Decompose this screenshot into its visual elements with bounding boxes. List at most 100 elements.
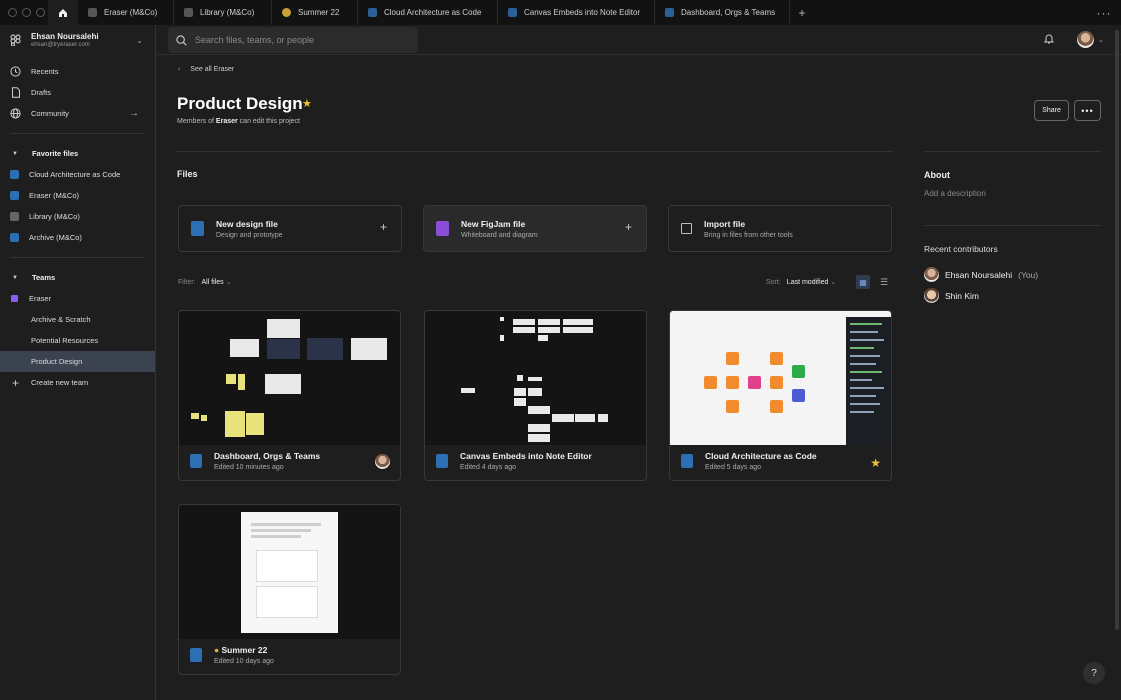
- tab-cloud-architecture[interactable]: Cloud Architecture as Code: [358, 0, 498, 25]
- tab-canvas-embeds[interactable]: Canvas Embeds into Note Editor: [498, 0, 655, 25]
- top-bar: ⌄: [156, 25, 1121, 55]
- search-icon: [176, 34, 187, 46]
- search-input[interactable]: [195, 35, 405, 45]
- favorite-item-eraser-mco[interactable]: Eraser (M&Co): [0, 185, 155, 206]
- caret-down-icon: ▼: [12, 150, 18, 157]
- favorite-item-archive-mco[interactable]: Archive (M&Co): [0, 227, 155, 248]
- design-file-icon: [436, 454, 448, 468]
- project-item-potential-resources[interactable]: Potential Resources: [0, 330, 155, 351]
- maximize-window-button[interactable]: [36, 8, 45, 17]
- figjam-file-icon: [436, 221, 449, 236]
- library-file-icon: [10, 212, 19, 221]
- project-item-archive-scratch[interactable]: Archive & Scratch: [0, 309, 155, 330]
- team-item-eraser[interactable]: Eraser: [0, 288, 155, 309]
- sun-icon: [282, 8, 291, 17]
- notification-bell-icon[interactable]: [1043, 33, 1055, 47]
- import-icon: [681, 223, 692, 234]
- document-icon: [10, 87, 21, 98]
- help-button[interactable]: ?: [1083, 662, 1105, 684]
- tab-more-button[interactable]: ···: [1087, 0, 1121, 25]
- file-edited: Edited 10 days ago: [214, 658, 274, 665]
- contributor-item[interactable]: Ehsan Noursalehi (You): [924, 267, 1038, 282]
- grid-view-toggle[interactable]: ▦: [856, 275, 870, 289]
- file-icon: [508, 8, 517, 17]
- design-file-icon: [190, 648, 202, 662]
- file-thumbnail: [179, 311, 400, 445]
- list-icon: ☰: [879, 276, 889, 287]
- tab-dashboard-orgs[interactable]: Dashboard, Orgs & Teams: [655, 0, 790, 25]
- file-meta: ● Summer 22 Edited 10 days ago: [190, 645, 274, 665]
- file-name: Dashboard, Orgs & Teams: [214, 451, 321, 461]
- avatar: [924, 288, 939, 303]
- close-window-button[interactable]: [8, 8, 17, 17]
- nav-community[interactable]: Community →: [0, 103, 155, 124]
- tab-library-mco[interactable]: Library (M&Co): [174, 0, 272, 25]
- nav-recents[interactable]: Recents: [0, 61, 155, 82]
- file-card-summer-22[interactable]: ● Summer 22 Edited 10 days ago: [178, 504, 401, 675]
- file-card-canvas-embeds[interactable]: Canvas Embeds into Note Editor Edited 4 …: [424, 310, 647, 481]
- tab-bar: Eraser (M&Co) Library (M&Co) Summer 22 C…: [0, 0, 1121, 25]
- chevron-down-icon[interactable]: ⌄: [1098, 36, 1104, 44]
- file-card-dashboard-orgs[interactable]: Dashboard, Orgs & Teams Edited 10 minute…: [178, 310, 401, 481]
- design-file-icon: [10, 170, 19, 179]
- home-tab[interactable]: [48, 0, 78, 25]
- favorite-star-icon[interactable]: ★: [302, 97, 312, 110]
- tab-summer-22[interactable]: Summer 22: [272, 0, 358, 25]
- chevron-down-icon: ⌄: [225, 279, 232, 286]
- file-edited: Edited 4 days ago: [460, 464, 517, 471]
- sidebar-divider: [10, 257, 145, 258]
- about-heading: About: [924, 170, 950, 180]
- file-thumbnail: [670, 311, 891, 445]
- share-button[interactable]: Share: [1034, 100, 1069, 121]
- favorite-item-library-mco[interactable]: Library (M&Co): [0, 206, 155, 227]
- new-figjam-file-card[interactable]: New FigJam file Whiteboard and diagram +: [423, 205, 647, 252]
- search-box[interactable]: [168, 27, 418, 53]
- page-title: Product Design: [177, 94, 303, 113]
- project-item-product-design[interactable]: Product Design: [0, 351, 155, 372]
- favorite-files-header[interactable]: ▼ Favorite files: [0, 143, 155, 164]
- plus-icon: +: [379, 220, 387, 234]
- file-icon: [184, 8, 193, 17]
- favorite-star-icon[interactable]: ★: [870, 456, 881, 470]
- design-file-icon: [10, 191, 19, 200]
- filter-dropdown[interactable]: Filter: All files ⌄: [178, 278, 232, 286]
- main-content: ‹ See all Eraser Product Design ★ Member…: [156, 55, 1121, 700]
- contributor-item[interactable]: Shin Kim: [924, 288, 979, 303]
- project-permissions: Members of Eraser can edit this project: [177, 118, 300, 125]
- sort-dropdown[interactable]: Sort: Last modified ⌄: [766, 278, 836, 286]
- sidebar: Ehsan Noursalehi ehsan@tryeraser.com ⌄ R…: [0, 25, 156, 700]
- favorite-item-cloud-architecture[interactable]: Cloud Architecture as Code: [0, 164, 155, 185]
- arrow-right-icon: →: [129, 108, 139, 119]
- nav-drafts[interactable]: Drafts: [0, 82, 155, 103]
- file-name: ● Summer 22: [214, 645, 268, 655]
- home-icon: [59, 8, 67, 17]
- design-file-icon: [191, 221, 204, 236]
- grid-icon: ▦: [859, 277, 867, 287]
- window-controls: [0, 0, 48, 25]
- add-description-link[interactable]: Add a description: [924, 189, 986, 198]
- new-tab-button[interactable]: +: [790, 0, 814, 25]
- account-switcher[interactable]: Ehsan Noursalehi ehsan@tryeraser.com ⌄: [0, 25, 155, 55]
- more-options-button[interactable]: •••: [1074, 100, 1101, 121]
- create-new-team-button[interactable]: + Create new team: [0, 372, 155, 393]
- files-heading: Files: [177, 169, 198, 179]
- file-icon: [88, 8, 97, 17]
- account-info: Ehsan Noursalehi ehsan@tryeraser.com: [31, 32, 99, 48]
- new-design-file-card[interactable]: New design file Design and prototype +: [178, 205, 402, 252]
- see-all-link[interactable]: ‹ See all Eraser: [178, 66, 234, 73]
- file-edited: Edited 10 minutes ago: [214, 464, 284, 471]
- teams-header[interactable]: ▼ Teams: [0, 267, 155, 288]
- file-thumbnail: [179, 505, 400, 639]
- clock-icon: [10, 66, 21, 77]
- user-avatar[interactable]: [1077, 31, 1094, 48]
- file-card-cloud-architecture[interactable]: Cloud Architecture as Code Edited 5 days…: [669, 310, 892, 481]
- scrollbar[interactable]: [1115, 30, 1119, 630]
- design-file-icon: [681, 454, 693, 468]
- figma-logo-icon: [10, 34, 22, 47]
- import-file-card[interactable]: Import file Bring in files from other to…: [668, 205, 892, 252]
- tab-eraser-mco[interactable]: Eraser (M&Co): [78, 0, 174, 25]
- plus-icon: +: [11, 375, 19, 390]
- minimize-window-button[interactable]: [22, 8, 31, 17]
- list-view-toggle[interactable]: ☰: [877, 275, 891, 289]
- plus-icon: +: [798, 5, 806, 20]
